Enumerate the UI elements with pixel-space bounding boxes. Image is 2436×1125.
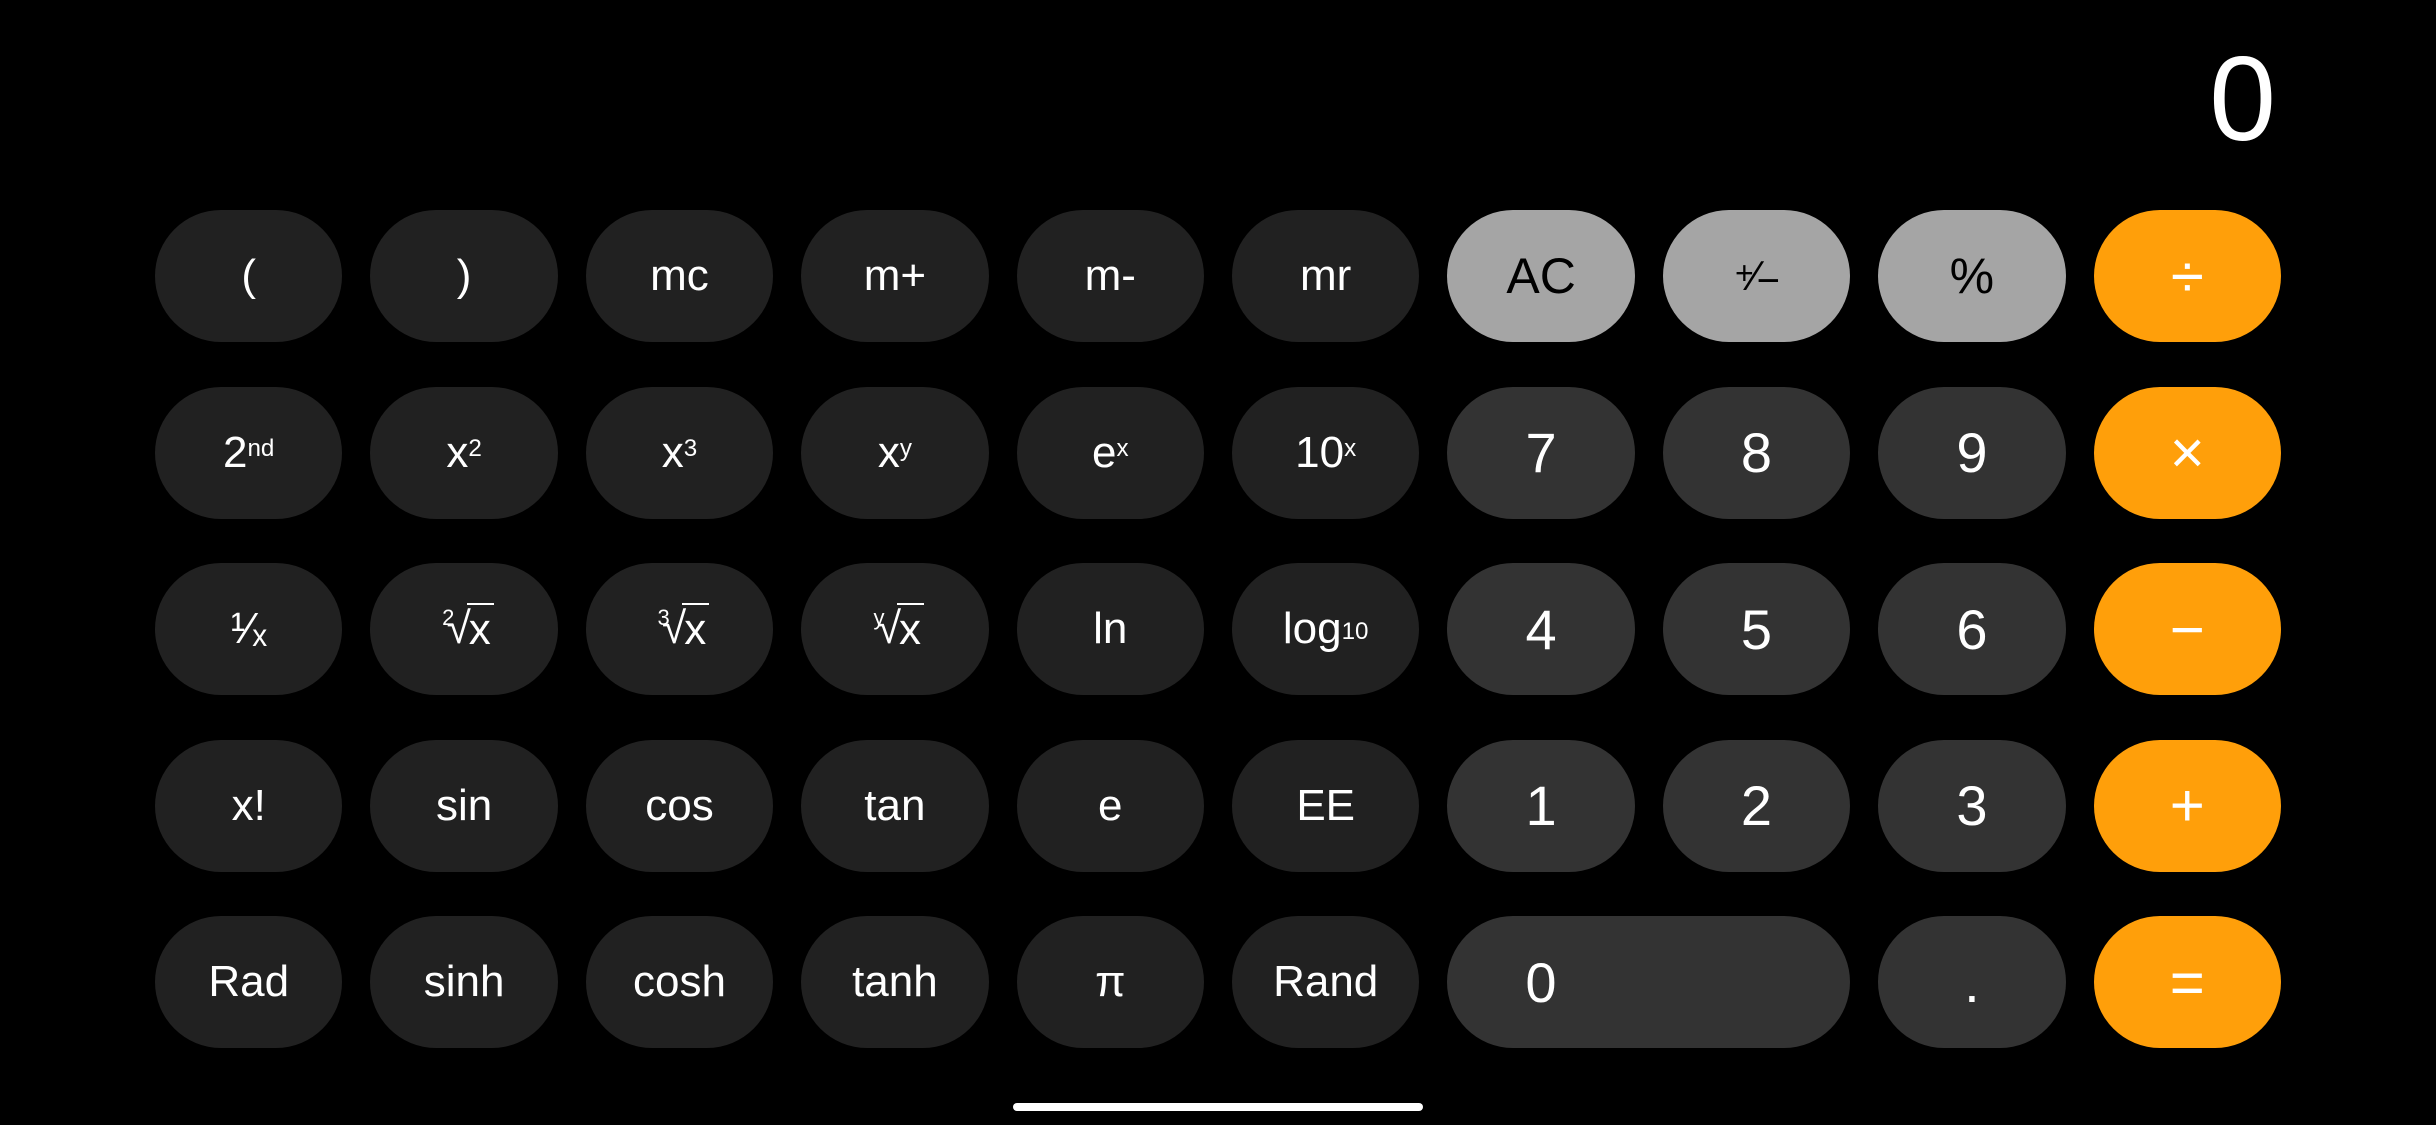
e-to-x-button[interactable]: ex [1017,387,1204,519]
zero-button[interactable]: 0 [1447,916,1850,1048]
all-clear-button[interactable]: AC [1447,210,1634,342]
three-button[interactable]: 3 [1878,740,2065,872]
ten-to-x-button[interactable]: 10x [1232,387,1419,519]
sin-button[interactable]: sin [370,740,557,872]
square-root-button[interactable]: 2√x [370,563,557,695]
memory-minus-button[interactable]: m- [1017,210,1204,342]
eight-button[interactable]: 8 [1663,387,1850,519]
memory-clear-button[interactable]: mc [586,210,773,342]
seven-button[interactable]: 7 [1447,387,1634,519]
rand-button[interactable]: Rand [1232,916,1419,1048]
display-value: 0 [2209,30,2276,168]
reciprocal-button[interactable]: ¹⁄ₓ [155,563,342,695]
minus-button[interactable]: − [2094,563,2281,695]
plus-button[interactable]: + [2094,740,2281,872]
divide-button[interactable]: ÷ [2094,210,2281,342]
ee-button[interactable]: EE [1232,740,1419,872]
x-to-y-button[interactable]: xy [801,387,988,519]
percent-button[interactable]: % [1878,210,2065,342]
e-constant-button[interactable]: e [1017,740,1204,872]
cosh-button[interactable]: cosh [586,916,773,1048]
memory-plus-button[interactable]: m+ [801,210,988,342]
factorial-button[interactable]: x! [155,740,342,872]
y-root-button[interactable]: y√x [801,563,988,695]
sinh-button[interactable]: sinh [370,916,557,1048]
six-button[interactable]: 6 [1878,563,2065,695]
x-squared-button[interactable]: x2 [370,387,557,519]
pi-button[interactable]: π [1017,916,1204,1048]
close-paren-button[interactable]: ) [370,210,557,342]
five-button[interactable]: 5 [1663,563,1850,695]
decimal-button[interactable]: . [1878,916,2065,1048]
one-button[interactable]: 1 [1447,740,1634,872]
x-cubed-button[interactable]: x3 [586,387,773,519]
cube-root-button[interactable]: 3√x [586,563,773,695]
keypad: ( ) mc m+ m- mr AC +⁄− % ÷ 2nd x2 x3 xy … [155,210,2281,1065]
second-function-button[interactable]: 2nd [155,387,342,519]
ln-button[interactable]: ln [1017,563,1204,695]
tanh-button[interactable]: tanh [801,916,988,1048]
two-button[interactable]: 2 [1663,740,1850,872]
four-button[interactable]: 4 [1447,563,1634,695]
cos-button[interactable]: cos [586,740,773,872]
tan-button[interactable]: tan [801,740,988,872]
memory-recall-button[interactable]: mr [1232,210,1419,342]
nine-button[interactable]: 9 [1878,387,2065,519]
plus-minus-button[interactable]: +⁄− [1663,210,1850,342]
open-paren-button[interactable]: ( [155,210,342,342]
log10-button[interactable]: log10 [1232,563,1419,695]
equals-button[interactable]: = [2094,916,2281,1048]
rad-button[interactable]: Rad [155,916,342,1048]
multiply-button[interactable]: × [2094,387,2281,519]
home-indicator[interactable] [1013,1103,1423,1111]
